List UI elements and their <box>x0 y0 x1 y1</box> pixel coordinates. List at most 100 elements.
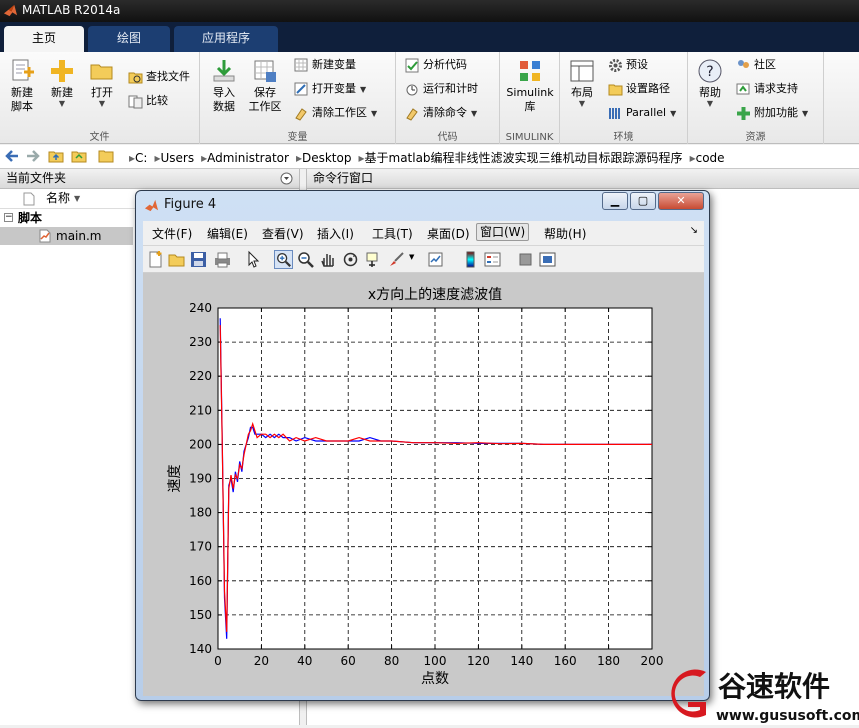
pan-icon[interactable] <box>318 250 337 269</box>
up-folder-icon[interactable] <box>48 148 64 164</box>
compare-icon <box>128 95 143 108</box>
tree-group-label: 脚本 <box>18 211 43 225</box>
menu-file[interactable]: 文件(F) <box>149 225 195 243</box>
open-button[interactable]: 打开 ▼ <box>86 58 118 108</box>
breadcrumb-item[interactable]: Desktop <box>302 151 352 165</box>
parallel-button[interactable]: Parallel ▼ <box>608 105 676 122</box>
section-label-variable: 变量 <box>287 132 308 143</box>
breadcrumb-item[interactable]: Users <box>160 151 194 165</box>
brush-icon[interactable] <box>387 250 406 269</box>
tab-home[interactable]: 主页 <box>4 26 84 52</box>
tab-plots[interactable]: 绘图 <box>88 26 170 52</box>
save-workspace-button[interactable]: 保存 工作区 <box>248 58 282 114</box>
zoom-out-icon[interactable] <box>296 250 315 269</box>
menu-edit[interactable]: 编辑(E) <box>204 225 251 243</box>
run-and-time-button[interactable]: 运行和计时 <box>405 81 478 97</box>
hide-plot-tools-icon[interactable] <box>516 250 535 269</box>
figure-menubar: 文件(F) 编辑(E) 查看(V) 插入(I) 工具(T) 桌面(D) 窗口(W… <box>143 221 704 246</box>
simulink-library-button[interactable]: Simulink 库 <box>504 58 556 114</box>
chevron-down-icon[interactable]: ▼ <box>409 253 414 261</box>
section-label-environment: 环境 <box>613 132 634 143</box>
breadcrumb-item[interactable]: C: <box>135 151 147 165</box>
show-plot-tools-icon[interactable] <box>538 250 557 269</box>
rotate-3d-icon[interactable] <box>341 250 360 269</box>
chevron-down-icon[interactable]: ▼ <box>694 100 726 108</box>
open-file-icon[interactable] <box>167 250 186 269</box>
preferences-button[interactable]: 预设 <box>608 57 648 73</box>
browse-folder-icon[interactable] <box>71 148 87 164</box>
data-cursor-icon[interactable] <box>364 250 383 269</box>
close-button[interactable]: ✕ <box>658 192 704 210</box>
zoom-in-icon[interactable] <box>274 250 293 269</box>
breadcrumb-item[interactable]: code <box>696 151 725 165</box>
new-figure-icon[interactable] <box>146 250 165 269</box>
help-button[interactable]: ? 帮助 ▼ <box>694 58 726 108</box>
addons-button[interactable]: 附加功能 ▼ <box>736 105 808 122</box>
open-variable-button[interactable]: 打开变量 ▼ <box>294 81 366 98</box>
menu-help[interactable]: 帮助(H) <box>541 225 589 243</box>
request-support-button[interactable]: 请求支持 <box>736 81 798 97</box>
list-item[interactable]: main.m <box>0 227 133 245</box>
y-tick-label: 170 <box>189 540 212 554</box>
panel-menu-icon[interactable] <box>280 172 293 185</box>
y-tick-label: 210 <box>189 403 212 417</box>
print-icon[interactable] <box>213 250 232 269</box>
pointer-icon[interactable] <box>244 250 263 269</box>
chevron-down-icon[interactable]: ▼ <box>371 109 377 118</box>
menu-view[interactable]: 查看(V) <box>259 225 307 243</box>
y-tick-label: 240 <box>189 301 212 315</box>
menu-insert[interactable]: 插入(I) <box>314 225 357 243</box>
x-tick-label: 120 <box>467 654 490 668</box>
menu-tools[interactable]: 工具(T) <box>369 225 416 243</box>
find-files-button[interactable]: 查找文件 <box>128 69 190 85</box>
forward-arrow-icon[interactable] <box>25 148 41 164</box>
colorbar-icon[interactable] <box>461 250 480 269</box>
legend-icon[interactable] <box>483 250 502 269</box>
layout-icon <box>570 60 594 82</box>
figure-window[interactable]: Figure 4 ▁ ▢ ✕ 文件(F) 编辑(E) 查看(V) 插入(I) 工… <box>135 190 710 701</box>
import-data-icon <box>213 60 235 82</box>
dock-arrow-icon[interactable]: ↘ <box>690 225 698 236</box>
address-bar: ▸C: ▸Users ▸Administrator ▸Desktop ▸基于matlab… <box>0 145 859 169</box>
save-icon[interactable] <box>189 250 208 269</box>
clear-workspace-label: 清除工作区 <box>312 106 367 119</box>
chevron-down-icon[interactable]: ▼ <box>566 100 598 108</box>
community-button[interactable]: 社区 <box>736 57 776 73</box>
chevron-down-icon[interactable]: ▼ <box>802 109 808 118</box>
x-tick-label: 40 <box>297 654 312 668</box>
import-data-button[interactable]: 导入 数据 <box>208 58 240 114</box>
chevron-down-icon[interactable]: ▼ <box>360 85 366 94</box>
minimize-button[interactable]: ▁ <box>602 192 628 210</box>
y-tick-label: 150 <box>189 608 212 622</box>
analyze-code-button[interactable]: 分析代码 <box>405 57 467 73</box>
y-tick-label: 200 <box>189 437 212 451</box>
ribbon-section-environment: 布局 ▼ 预设 设置路径 Parallel ▼ 环境 <box>560 52 688 144</box>
current-folder-header: 当前文件夹 <box>0 169 299 189</box>
chevron-down-icon[interactable]: ▼ <box>46 100 78 108</box>
breadcrumb-item[interactable]: 基于matlab编程非线性滤波实现三维机动目标跟踪源码程序 <box>365 151 683 165</box>
new-script-button[interactable]: 新建 脚本 <box>6 58 38 114</box>
tab-apps[interactable]: 应用程序 <box>174 26 278 52</box>
clear-commands-button[interactable]: 清除命令 ▼ <box>405 105 477 122</box>
compare-button[interactable]: 比较 <box>128 93 168 109</box>
link-plot-icon[interactable] <box>426 250 445 269</box>
chevron-down-icon[interactable]: ▼ <box>471 109 477 118</box>
menu-window[interactable]: 窗口(W) <box>476 223 530 241</box>
new-button[interactable]: 新建 ▼ <box>46 58 78 108</box>
layout-button[interactable]: 布局 ▼ <box>566 58 598 108</box>
chevron-down-icon[interactable]: ▼ <box>670 109 676 118</box>
chevron-down-icon[interactable]: ▼ <box>86 100 118 108</box>
back-arrow-icon[interactable] <box>4 148 20 164</box>
collapse-icon[interactable]: − <box>4 213 13 222</box>
analyze-code-label: 分析代码 <box>423 58 467 71</box>
clear-workspace-button[interactable]: 清除工作区 ▼ <box>294 105 377 122</box>
new-variable-button[interactable]: 新建变量 <box>294 57 356 73</box>
breadcrumb-item[interactable]: Administrator <box>207 151 289 165</box>
new-variable-label: 新建变量 <box>312 58 356 71</box>
set-path-button[interactable]: 设置路径 <box>608 81 670 97</box>
clear-workspace-icon <box>295 107 307 121</box>
open-variable-label: 打开变量 <box>312 82 356 95</box>
menu-desktop[interactable]: 桌面(D) <box>424 225 473 243</box>
app-title: MATLAB R2014a <box>22 3 121 17</box>
maximize-button[interactable]: ▢ <box>630 192 656 210</box>
